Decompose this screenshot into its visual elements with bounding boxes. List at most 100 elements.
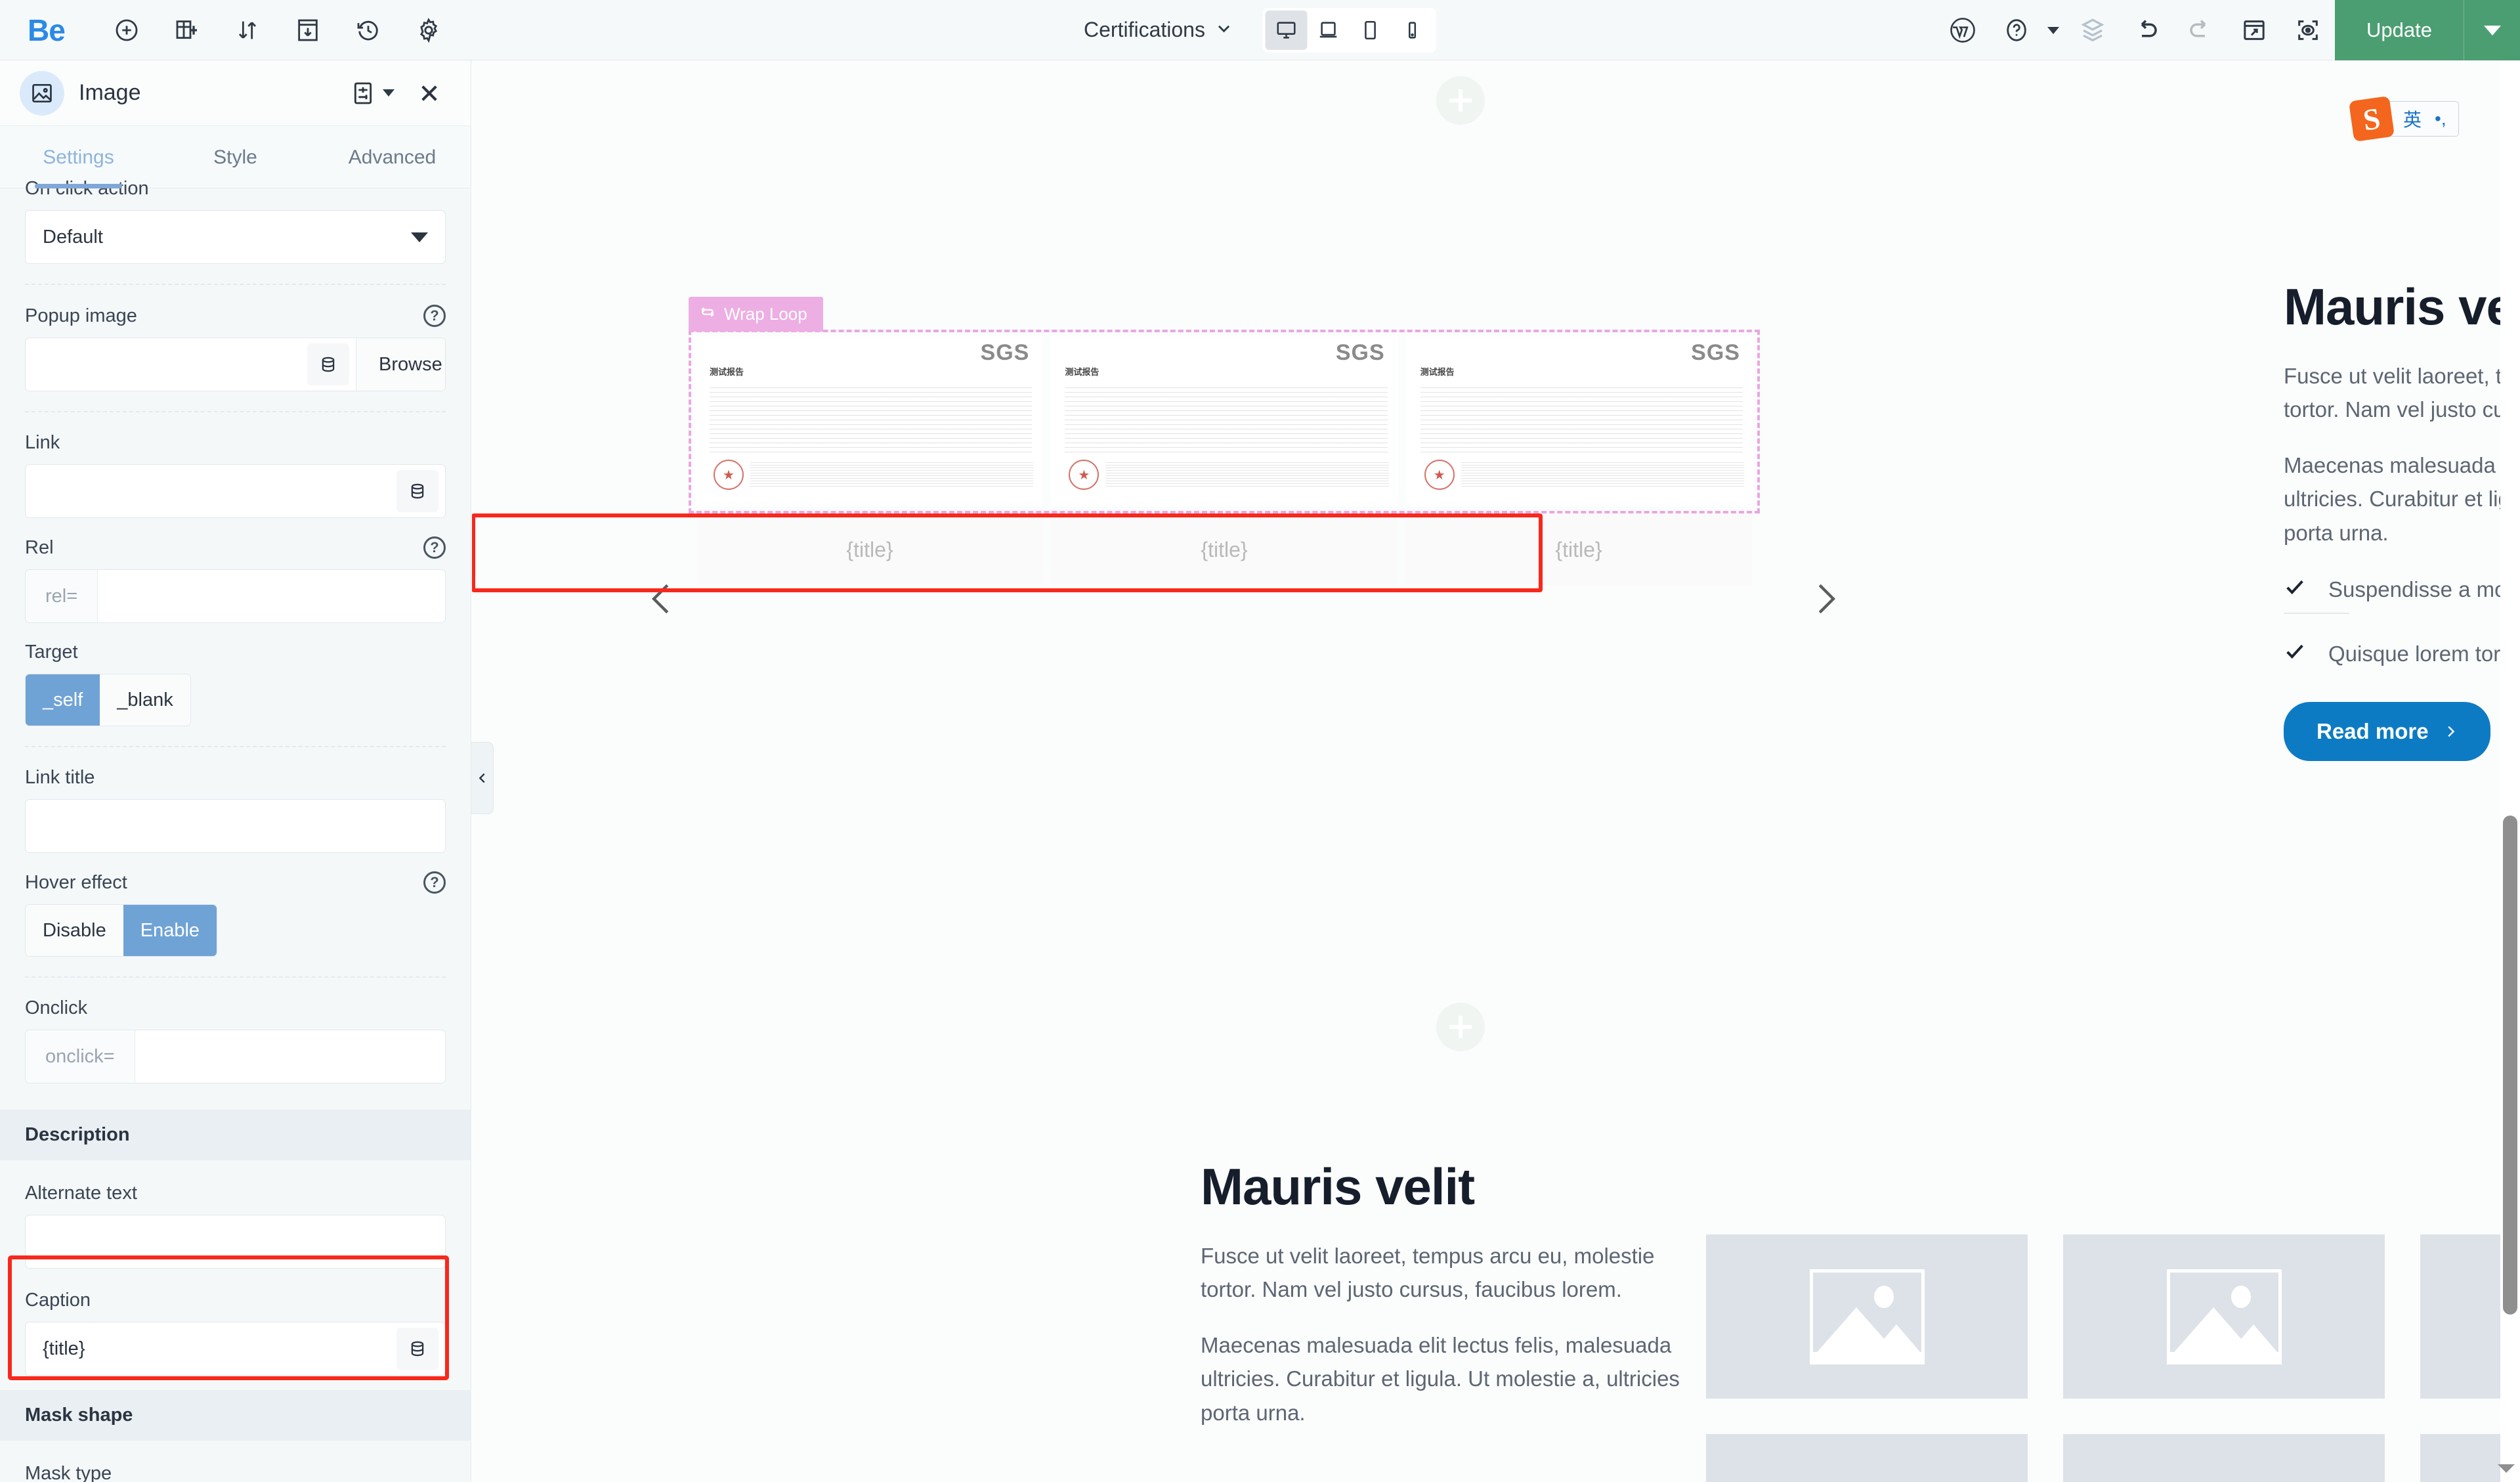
- certificate-table: [1420, 387, 1743, 454]
- add-element-icon[interactable]: [96, 0, 157, 60]
- redo-icon[interactable]: [2173, 0, 2227, 60]
- carousel-caption[interactable]: {title}: [1051, 513, 1398, 586]
- certificate-doc-title: 测试报告: [1420, 367, 1455, 377]
- tab-settings[interactable]: Settings: [0, 126, 157, 188]
- field-popup-image: Popup image ? Browse: [0, 305, 471, 391]
- focus-mode-icon[interactable]: [2281, 0, 2335, 60]
- read-more-label: Read more: [2317, 718, 2429, 743]
- carousel-slide[interactable]: SGS 测试报告 ★: [1050, 336, 1398, 507]
- popup-image-input[interactable]: [26, 338, 307, 391]
- dynamic-data-icon[interactable]: [396, 1328, 438, 1370]
- device-laptop-button[interactable]: [1308, 11, 1350, 50]
- device-mobile-button[interactable]: [1392, 11, 1434, 50]
- wordpress-icon[interactable]: [1936, 0, 1990, 60]
- carousel-slide[interactable]: SGS 测试报告 ★: [695, 336, 1043, 507]
- loop-icon: [699, 303, 716, 325]
- ime-status-box[interactable]: 英 •,: [2387, 101, 2459, 137]
- chevron-down-icon: [1216, 18, 1233, 42]
- caption-input[interactable]: [26, 1322, 396, 1375]
- dynamic-data-icon[interactable]: [396, 470, 438, 512]
- popup-image-label: Popup image: [25, 305, 137, 326]
- sgs-brand-label: SGS: [980, 340, 1030, 365]
- help-menu[interactable]: [1990, 0, 2066, 60]
- caption-input-group: [25, 1322, 446, 1376]
- link-title-input[interactable]: [26, 800, 445, 852]
- tab-advanced[interactable]: Advanced: [314, 126, 471, 188]
- wrap-loop-label: Wrap Loop: [724, 304, 807, 324]
- rel-input[interactable]: [98, 570, 445, 622]
- undo-icon[interactable]: [2120, 0, 2173, 60]
- field-onclick: Onclick onclick=: [0, 997, 471, 1083]
- add-section-icon[interactable]: [157, 0, 217, 60]
- image-placeholder-card[interactable]: [1706, 1234, 2028, 1399]
- image-placeholder-card[interactable]: [2063, 1434, 2385, 1482]
- carousel-next-arrow[interactable]: [1802, 576, 1848, 622]
- hover-effect-label: Hover effect: [25, 871, 127, 893]
- chevron-down-icon: [411, 232, 428, 242]
- panel-collapse-handle[interactable]: [471, 742, 494, 814]
- help-tooltip-icon[interactable]: ?: [423, 536, 446, 559]
- help-tooltip-icon[interactable]: ?: [423, 305, 446, 327]
- dynamic-data-icon[interactable]: [307, 343, 349, 385]
- carousel-caption[interactable]: {title}: [696, 513, 1043, 586]
- sort-icon[interactable]: [217, 0, 278, 60]
- top-toolbar: Be Certifications Update: [0, 0, 2520, 60]
- scroll-down-arrow-icon[interactable]: [2498, 1464, 2515, 1473]
- panel-presets-button[interactable]: [350, 80, 395, 106]
- wrap-loop-badge[interactable]: Wrap Loop: [689, 297, 823, 332]
- chevron-down-icon: [383, 89, 395, 97]
- layers-icon[interactable]: [2066, 0, 2120, 60]
- panel-close-button[interactable]: [417, 81, 442, 106]
- add-section-mid-button[interactable]: [1436, 1003, 1485, 1051]
- device-tablet-button[interactable]: [1350, 11, 1392, 50]
- browse-button[interactable]: Browse: [356, 338, 445, 391]
- field-link: Link: [0, 432, 471, 518]
- hover-effect-option-enable[interactable]: Enable: [123, 905, 217, 956]
- certificate-stamp-icon: ★: [1069, 460, 1100, 490]
- certificate-footer-text: [1105, 462, 1389, 487]
- section-header-mask-shape: Mask shape: [0, 1390, 471, 1441]
- lower-title: Mauris velit: [1201, 1158, 1475, 1215]
- update-dropdown-button[interactable]: [2464, 0, 2520, 60]
- read-more-button[interactable]: Read more: [2284, 701, 2490, 761]
- history-icon[interactable]: [338, 0, 398, 60]
- image-placeholder-card[interactable]: [1706, 1434, 2028, 1482]
- image-placeholder-icon: [2166, 1269, 2282, 1364]
- target-option-blank[interactable]: _blank: [100, 674, 190, 726]
- carousel-caption[interactable]: {title}: [1405, 513, 1752, 586]
- link-title-input-group: [25, 799, 446, 853]
- certificate-table: [710, 387, 1033, 454]
- image-placeholder-card[interactable]: [2063, 1234, 2385, 1399]
- alternate-text-input[interactable]: [26, 1215, 445, 1268]
- ime-indicator[interactable]: S 英 •,: [2348, 95, 2459, 142]
- toolbar-left-icon-group: [96, 0, 459, 60]
- device-desktop-button[interactable]: [1265, 10, 1308, 50]
- add-section-top-button[interactable]: [1436, 76, 1485, 125]
- onclick-action-select[interactable]: Default: [25, 210, 446, 264]
- hover-effect-option-disable[interactable]: Disable: [26, 905, 123, 956]
- hero-paragraph-1: Fusce ut velit laoreet, tempus arcu eu, …: [2284, 364, 2520, 422]
- page-selector[interactable]: Certifications: [1084, 18, 1233, 42]
- hover-effect-segmented-control: Disable Enable: [25, 904, 218, 957]
- certificate-doc-title: 测试报告: [1065, 367, 1100, 377]
- target-option-self[interactable]: _self: [26, 674, 100, 726]
- carousel-slide[interactable]: SGS 测试报告 ★: [1405, 336, 1753, 507]
- brand-logo[interactable]: Be: [28, 15, 66, 45]
- help-tooltip-icon[interactable]: ?: [423, 871, 446, 894]
- hero-paragraph-2: Maecenas malesuada elit lectus felis, ma…: [2284, 453, 2520, 545]
- onclick-input[interactable]: [135, 1030, 445, 1083]
- hero-checklist-item: Suspendisse a molestie: [2284, 576, 2520, 603]
- tab-style[interactable]: Style: [157, 126, 314, 188]
- link-input[interactable]: [26, 465, 396, 517]
- page-selector-label: Certifications: [1084, 18, 1205, 41]
- hero-text-column: Mauris velit Fusce ut velit laoreet, tem…: [2284, 277, 2520, 761]
- lower-paragraph-1: Fusce ut velit laoreet, tempus arcu eu, …: [1201, 1244, 1655, 1302]
- settings-gear-icon[interactable]: [398, 0, 459, 60]
- help-icon[interactable]: [1990, 0, 2043, 60]
- preview-icon[interactable]: [2227, 0, 2281, 60]
- save-template-icon[interactable]: [278, 0, 338, 60]
- update-button[interactable]: Update: [2335, 0, 2464, 60]
- vertical-scrollbar-thumb[interactable]: [2503, 816, 2517, 1315]
- vertical-scrollbar-track[interactable]: [2498, 60, 2520, 1482]
- carousel-prev-arrow[interactable]: [639, 576, 685, 622]
